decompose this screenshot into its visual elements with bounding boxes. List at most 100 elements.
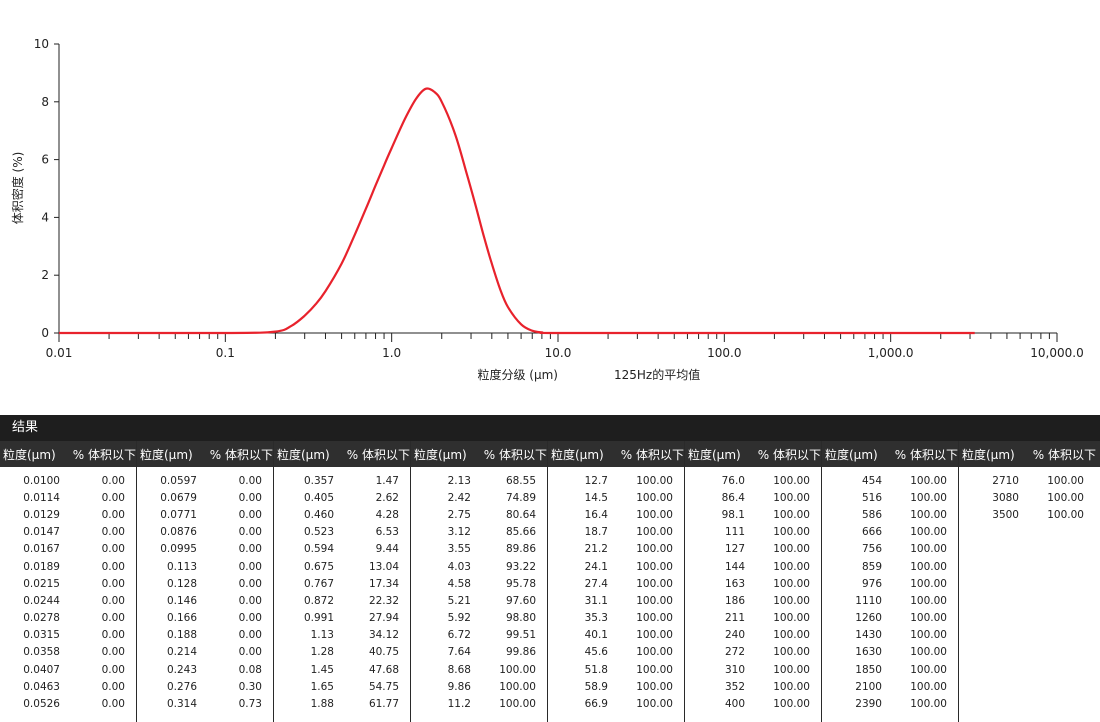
size-header: 粒度(μm) [140, 447, 193, 462]
size-cell: 1850 [855, 663, 882, 676]
size-header: 粒度(μm) [277, 447, 330, 462]
volume-under-header: % 体积以下 [346, 447, 410, 462]
size-cell: 0.405 [303, 491, 334, 504]
volume-cell: 100.00 [910, 577, 947, 590]
table-row: 0.767 17.34 [274, 575, 410, 592]
volume-cell: 9.44 [375, 543, 399, 556]
table-row: 0.0597 0.00 [137, 472, 273, 489]
size-cell: 66.9 [584, 698, 608, 711]
volume-cell: 0.00 [101, 612, 125, 625]
results-column: 粒度(μm)% 体积以下 0.0597 0.00 0.0679 0.00 0.0771 0.… [137, 441, 274, 722]
table-row: 272 100.00 [685, 644, 821, 661]
volume-cell: 100.00 [1047, 508, 1084, 521]
table-row: 0.0407 0.00 [0, 661, 136, 678]
volume-cell: 0.00 [238, 508, 262, 521]
volume-cell: 0.00 [238, 594, 262, 607]
size-cell: 111 [724, 526, 745, 539]
table-row: 0.0526 0.00 [0, 695, 136, 712]
y-tick-label: 2 [41, 268, 49, 282]
size-cell: 0.128 [166, 577, 197, 590]
volume-under-header: % 体积以下 [1032, 447, 1096, 462]
size-cell: 24.1 [584, 560, 608, 573]
size-cell: 0.0679 [160, 491, 197, 504]
y-tick-label: 10 [34, 37, 49, 51]
y-tick-label: 0 [41, 326, 49, 340]
table-row: 4.03 93.22 [411, 558, 547, 575]
size-cell: 976 [861, 577, 882, 590]
size-cell: 3.12 [447, 526, 471, 539]
volume-under-header: % 体积以下 [757, 447, 821, 462]
size-cell: 0.0407 [23, 663, 60, 676]
table-row: 756 100.00 [822, 541, 958, 558]
results-column: 粒度(μm) % 体积以下 76.0 100.00 86.4 100.00 98.1 100.… [685, 441, 822, 722]
table-row: 86.4 100.00 [685, 489, 821, 506]
size-cell: 0.0771 [160, 508, 197, 521]
table-row: 14.5 100.00 [548, 489, 684, 506]
size-cell: 0.0147 [23, 526, 60, 539]
volume-cell: 0.08 [238, 663, 262, 676]
volume-cell: 100.00 [1047, 474, 1084, 487]
results-column-header: 粒度(μm) % 体积以下 [411, 441, 547, 467]
table-row: 1.28 40.75 [274, 644, 410, 661]
size-cell: 516 [861, 491, 882, 504]
table-row: 240 100.00 [685, 627, 821, 644]
volume-cell: 98.80 [505, 612, 536, 625]
size-cell: 8.68 [447, 663, 471, 676]
table-row: 0.357 1.47 [274, 472, 410, 489]
size-cell: 1630 [855, 646, 882, 659]
size-cell: 5.21 [447, 594, 471, 607]
table-row: 0.113 0.00 [137, 558, 273, 575]
volume-cell: 100.00 [910, 508, 947, 521]
y-tick-label: 4 [41, 210, 49, 224]
table-row: 0.0167 0.00 [0, 541, 136, 558]
table-row: 0.991 27.94 [274, 610, 410, 627]
volume-cell: 0.00 [101, 526, 125, 539]
table-row: 0.166 0.00 [137, 610, 273, 627]
table-row: 0.0215 0.00 [0, 575, 136, 592]
size-cell: 0.0129 [23, 508, 60, 521]
size-cell: 3.55 [447, 543, 471, 556]
table-row: 0.675 13.04 [274, 558, 410, 575]
table-row: 586 100.00 [822, 506, 958, 523]
size-header: 粒度(μm) [688, 447, 741, 462]
size-cell: 31.1 [584, 594, 608, 607]
table-row: 40.1 100.00 [548, 627, 684, 644]
size-cell: 0.872 [303, 594, 334, 607]
x-tick-label: 100.0 [707, 346, 741, 360]
size-cell: 9.86 [447, 680, 471, 693]
table-row: 186 100.00 [685, 592, 821, 609]
size-header: 粒度(μm) [551, 447, 604, 462]
table-row: 1260 100.00 [822, 610, 958, 627]
volume-cell: 27.94 [368, 612, 399, 625]
size-cell: 27.4 [584, 577, 608, 590]
size-header: 粒度(μm) [962, 447, 1015, 462]
x-axis-label: 粒度分级 (μm) [477, 367, 558, 382]
table-row: 3.12 85.66 [411, 524, 547, 541]
size-cell: 0.523 [303, 526, 334, 539]
table-row: 58.9 100.00 [548, 678, 684, 695]
results-title: 结果 [0, 415, 1100, 441]
size-cell: 0.0876 [160, 526, 197, 539]
volume-cell: 100.00 [636, 508, 673, 521]
size-cell: 51.8 [584, 663, 608, 676]
results-column: 粒度(μm) % 体积以下 2.13 68.55 2.42 74.89 2.75 80.64 3… [411, 441, 548, 722]
volume-cell: 74.89 [505, 491, 536, 504]
table-row: 516 100.00 [822, 489, 958, 506]
table-row: 51.8 100.00 [548, 661, 684, 678]
size-cell: 2100 [855, 680, 882, 693]
volume-cell: 17.34 [368, 577, 399, 590]
table-row: 454 100.00 [822, 472, 958, 489]
table-row: 76.0 100.00 [685, 472, 821, 489]
volume-cell: 100.00 [636, 543, 673, 556]
volume-cell: 0.00 [101, 577, 125, 590]
table-row: 1.45 47.68 [274, 661, 410, 678]
table-row: 4.58 95.78 [411, 575, 547, 592]
volume-cell: 100.00 [910, 698, 947, 711]
table-row: 0.0100 0.00 [0, 472, 136, 489]
table-row: 2.42 74.89 [411, 489, 547, 506]
y-axis-label: 体积密度 (%) [10, 152, 25, 225]
size-cell: 21.2 [584, 543, 608, 556]
results-column-header: 粒度(μm) % 体积以下 [548, 441, 684, 467]
table-row: 1630 100.00 [822, 644, 958, 661]
x-tick-label: 0.01 [46, 346, 73, 360]
